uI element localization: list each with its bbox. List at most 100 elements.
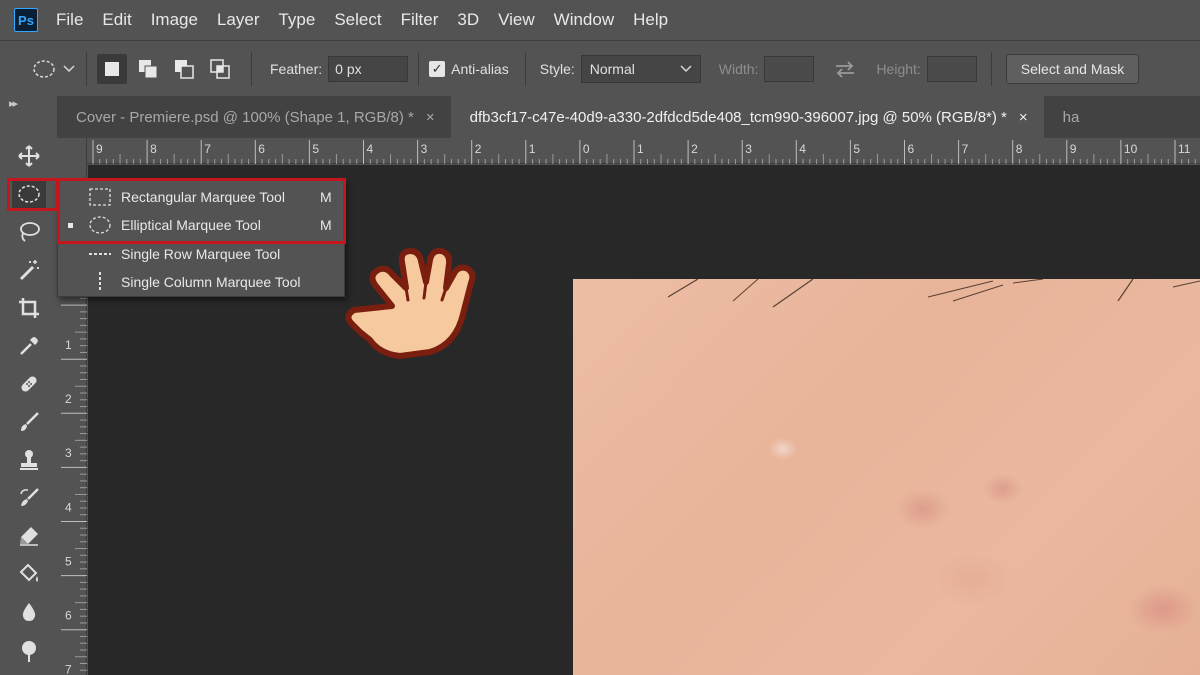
add-selection-icon bbox=[139, 59, 158, 78]
ruler-label: 7 bbox=[962, 142, 969, 156]
dodge-icon bbox=[22, 641, 36, 662]
new-selection-button[interactable] bbox=[97, 53, 127, 84]
crop-icon bbox=[19, 298, 39, 318]
ruler-label: 1 bbox=[637, 142, 644, 156]
tab-label: ha bbox=[1062, 108, 1080, 126]
tab-partial[interactable]: ha bbox=[1043, 96, 1080, 138]
dodge-tool[interactable] bbox=[12, 634, 46, 666]
ruler-label: 5 bbox=[65, 554, 72, 568]
width-label: Width: bbox=[718, 60, 759, 77]
paint-bucket-icon bbox=[19, 563, 38, 582]
feather-input[interactable]: 0 px bbox=[328, 55, 409, 82]
ruler-label: 2 bbox=[475, 142, 482, 156]
menu-layer[interactable]: Layer bbox=[217, 10, 260, 30]
menu-view[interactable]: View bbox=[498, 10, 535, 30]
healing-brush-icon bbox=[21, 376, 37, 392]
clone-stamp-tool[interactable] bbox=[12, 444, 46, 476]
ruler-label: 4 bbox=[799, 142, 806, 156]
divider bbox=[524, 51, 526, 86]
menu-type[interactable]: Type bbox=[278, 10, 315, 30]
chevron-down-icon bbox=[63, 64, 75, 72]
flyout-label: Single Row Marquee Tool bbox=[121, 246, 281, 262]
close-icon[interactable]: × bbox=[1019, 109, 1028, 126]
ellipse-marquee-icon bbox=[18, 185, 40, 203]
tab-active-image[interactable]: dfb3cf17-c47e-40d9-a330-2dfdcd5de408_tcm… bbox=[450, 96, 1044, 138]
ruler-ticks: 9 8 7 6 5 4 3 2 1 0 1 2 3 4 5 6 7 8 9 10 11 bbox=[92, 140, 1196, 164]
single-column-icon bbox=[88, 272, 112, 292]
select-and-mask-button[interactable]: Select and Mask bbox=[1005, 53, 1140, 84]
antialias-checkbox[interactable]: ✓ bbox=[429, 60, 446, 77]
tab-label: dfb3cf17-c47e-40d9-a330-2dfdcd5de408_tcm… bbox=[469, 108, 1007, 126]
history-brush-tool[interactable] bbox=[12, 482, 46, 514]
crop-tool[interactable] bbox=[12, 292, 46, 324]
tab-cover-premiere[interactable]: Cover - Premiere.psd @ 100% (Shape 1, RG… bbox=[57, 96, 451, 138]
magic-wand-tool[interactable] bbox=[12, 254, 46, 286]
pointing-hand-icon bbox=[345, 247, 476, 359]
height-input[interactable] bbox=[926, 55, 977, 82]
paint-bucket-tool[interactable] bbox=[12, 558, 46, 590]
menu-3d[interactable]: 3D bbox=[457, 10, 479, 30]
document-tabs: Cover - Premiere.psd @ 100% (Shape 1, RG… bbox=[57, 96, 1200, 138]
subtract-selection-icon bbox=[175, 59, 194, 79]
menu-edit[interactable]: Edit bbox=[102, 10, 131, 30]
ruler-label: 9 bbox=[1070, 142, 1077, 156]
style-select[interactable]: Normal bbox=[580, 54, 701, 83]
style-label: Style: bbox=[539, 60, 575, 77]
tools-panel: ▸▸ bbox=[0, 96, 57, 675]
add-to-selection-button[interactable] bbox=[133, 54, 163, 84]
menu-window[interactable]: Window bbox=[554, 10, 614, 30]
ruler-label: 8 bbox=[1016, 142, 1023, 156]
blur-icon bbox=[22, 603, 36, 621]
ellipse-marquee-icon bbox=[33, 59, 55, 78]
clone-stamp-icon bbox=[20, 450, 38, 470]
subtract-from-selection-button[interactable] bbox=[169, 54, 199, 84]
flyout-label: Rectangular Marquee Tool bbox=[121, 189, 285, 205]
tool-preset-picker[interactable] bbox=[32, 58, 76, 80]
marquee-tool-flyout: Rectangular Marquee Tool M Elliptical Ma… bbox=[57, 180, 345, 297]
ruler-label: 3 bbox=[65, 446, 72, 460]
move-tool[interactable] bbox=[12, 140, 46, 172]
flyout-label: Single Column Marquee Tool bbox=[121, 274, 301, 290]
ruler-label: 5 bbox=[312, 142, 319, 156]
ruler-label: 3 bbox=[421, 142, 428, 156]
flyout-single-row-marquee[interactable]: Single Row Marquee Tool bbox=[58, 240, 346, 268]
ruler-label: 2 bbox=[691, 142, 698, 156]
flyout-rectangular-marquee[interactable]: Rectangular Marquee Tool M bbox=[58, 183, 346, 211]
tab-label: Cover - Premiere.psd @ 100% (Shape 1, RG… bbox=[76, 108, 414, 126]
ruler-horizontal: 9 8 7 6 5 4 3 2 1 0 1 2 3 4 5 6 7 8 9 10 11 bbox=[87, 138, 1200, 164]
ruler-label: 5 bbox=[853, 142, 860, 156]
selected-bullet bbox=[68, 222, 73, 228]
close-icon[interactable]: × bbox=[426, 109, 435, 126]
divider bbox=[418, 51, 420, 86]
skin-photo[interactable] bbox=[573, 279, 1200, 675]
collapse-icon[interactable]: ▸▸ bbox=[9, 97, 18, 110]
ruler-label: 3 bbox=[745, 142, 752, 156]
menu-filter[interactable]: Filter bbox=[401, 10, 439, 30]
menu-image[interactable]: Image bbox=[151, 10, 198, 30]
intersect-selection-icon bbox=[210, 58, 230, 79]
history-brush-icon bbox=[20, 488, 39, 506]
intersect-selection-button[interactable] bbox=[205, 54, 235, 84]
menu-select[interactable]: Select bbox=[334, 10, 381, 30]
flyout-label: Elliptical Marquee Tool bbox=[121, 217, 261, 233]
lasso-tool[interactable] bbox=[12, 216, 46, 248]
magic-wand-icon bbox=[19, 260, 39, 281]
ruler-label: 4 bbox=[65, 500, 72, 514]
ruler-label: 7 bbox=[65, 663, 72, 675]
width-input[interactable] bbox=[764, 55, 815, 82]
menu-bar: Ps File Edit Image Layer Type Select Fil… bbox=[0, 0, 1200, 40]
healing-brush-tool[interactable] bbox=[12, 368, 46, 400]
ruler-label: 10 bbox=[1124, 142, 1138, 156]
ruler-label: 6 bbox=[258, 142, 265, 156]
eyedropper-tool[interactable] bbox=[12, 330, 46, 362]
flyout-elliptical-marquee[interactable]: Elliptical Marquee Tool M bbox=[58, 211, 346, 239]
eraser-tool[interactable] bbox=[12, 520, 46, 552]
brush-tool[interactable] bbox=[12, 406, 46, 438]
menu-file[interactable]: File bbox=[56, 10, 83, 30]
flyout-single-column-marquee[interactable]: Single Column Marquee Tool bbox=[58, 268, 346, 296]
style-value: Normal bbox=[589, 60, 635, 77]
marquee-tool[interactable] bbox=[12, 178, 46, 210]
swap-icon[interactable] bbox=[832, 59, 858, 79]
menu-help[interactable]: Help bbox=[633, 10, 668, 30]
blur-tool[interactable] bbox=[12, 596, 46, 628]
